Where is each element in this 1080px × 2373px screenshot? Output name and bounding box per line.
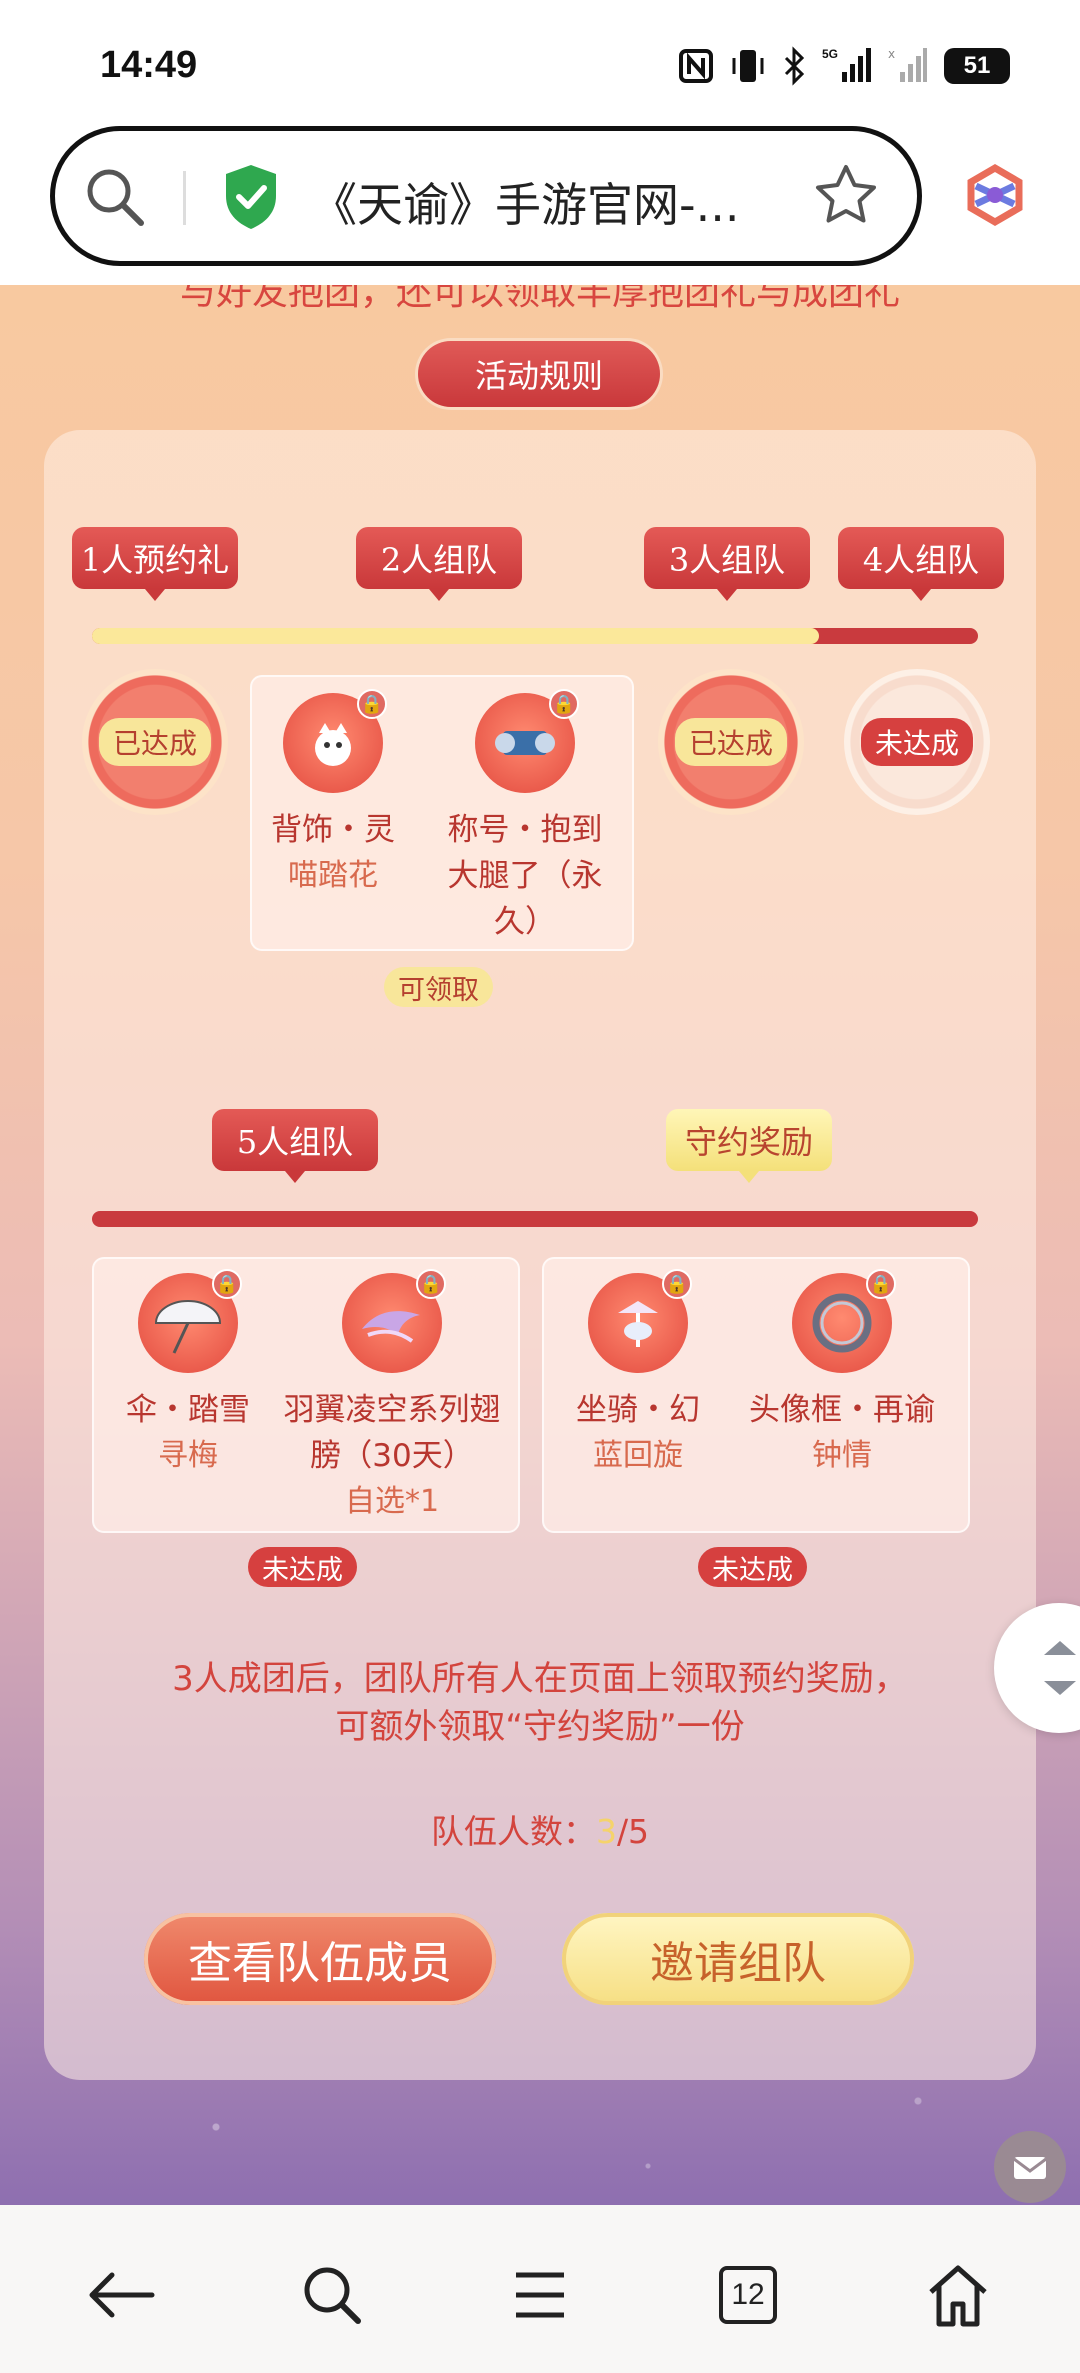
tier-3-status: 已达成 <box>674 718 788 766</box>
reward-name: 坐骑・幻 <box>576 1392 700 1428</box>
signal-5g-label: 5G <box>822 47 838 61</box>
progress-fill-top <box>92 628 819 644</box>
intro-text: 与好友抱团，还可以领取丰厚抱团礼与成团礼 <box>179 285 900 313</box>
back-icon[interactable] <box>82 2255 162 2335</box>
reward-name: 称号・抱到大腿了（永久） <box>447 812 603 940</box>
team-count-label: 队伍人数： <box>430 1812 596 1851</box>
tabs-count: 12 <box>719 2266 777 2324</box>
tier-2-status[interactable]: 可领取 <box>384 967 493 1007</box>
page-title[interactable]: 《天谕》手游官网-... <box>311 169 739 235</box>
web-page: 与好友抱团，还可以领取丰厚抱团礼与成团礼 活动规则 1人预约礼 2人组队 3人组… <box>0 285 1080 2205</box>
status-bar: 14:49 5G x 51 <box>0 0 1080 120</box>
reward-item-title[interactable]: 🔒 称号・抱到大腿了（永久） <box>425 689 625 945</box>
browser-bottom-nav: 12 <box>0 2205 1080 2373</box>
tier-4-status: 未达成 <box>860 718 974 766</box>
progress-bar-bottom <box>92 1211 978 1227</box>
reward-sub: 喵踏花 <box>288 858 378 893</box>
battery-icon: 51 <box>944 48 1010 84</box>
promise-reward-tag: 守约奖励 <box>666 1109 832 1183</box>
svg-text:x: x <box>888 47 895 61</box>
tier-1-status: 已达成 <box>98 718 212 766</box>
scroll-arrows-icon <box>1044 1641 1076 1695</box>
tier-4-tag: 4人组队 <box>838 527 1004 601</box>
status-time: 14:49 <box>100 44 198 86</box>
reward-name: 羽翼凌空系列翅膀（30天） <box>283 1392 501 1474</box>
team-note-line-2: 可额外领取“守约奖励”一份 <box>335 1707 745 1747</box>
reward-sub: 自选*1 <box>344 1484 440 1519</box>
reward-sub: 钟情 <box>812 1438 872 1473</box>
lock-icon: 🔒 <box>662 1269 692 1299</box>
nfc-icon <box>678 46 714 86</box>
signal-5g-icon: 5G <box>822 46 872 86</box>
reward-item-avatar-frame[interactable]: 🔒 头像框・再谕 钟情 <box>742 1269 942 1479</box>
umbrella-icon: 🔒 <box>138 1269 242 1373</box>
view-members-button[interactable]: 查看队伍成员 <box>144 1913 496 2005</box>
team-note: 3人成团后，团队所有人在页面上领取预约奖励， 可额外领取“守约奖励”一份 <box>0 1655 1080 1751</box>
team-count-total: /5 <box>616 1812 650 1851</box>
signal-empty-icon: x <box>888 46 928 86</box>
address-bar[interactable]: 《天谕》手游官网-... <box>50 126 922 266</box>
tier-3-reward-circle[interactable]: 已达成 <box>658 669 804 815</box>
home-icon[interactable] <box>918 2255 998 2335</box>
address-divider <box>183 171 186 225</box>
reward-item-mount[interactable]: 🔒 坐骑・幻 蓝回旋 <box>538 1269 738 1479</box>
reward-name: 头像框・再谕 <box>749 1392 935 1428</box>
browser-app-logo-icon[interactable] <box>962 162 1028 232</box>
security-shield-icon[interactable] <box>220 163 282 235</box>
tier-5-tag: 5人组队 <box>212 1109 378 1183</box>
lock-icon: 🔒 <box>549 689 579 719</box>
reward-name: 背饰・灵 <box>271 812 395 848</box>
promise-status[interactable]: 未达成 <box>698 1547 807 1587</box>
back-accessory-icon: 🔒 <box>283 689 387 793</box>
reward-item-back-accessory[interactable]: 🔒 背饰・灵 喵踏花 <box>233 689 433 899</box>
lock-icon: 🔒 <box>866 1269 896 1299</box>
invite-team-button[interactable]: 邀请组队 <box>562 1913 914 2005</box>
scroll-title-icon: 🔒 <box>475 689 579 793</box>
lock-icon: 🔒 <box>357 689 387 719</box>
search-icon[interactable] <box>83 165 147 233</box>
status-icons: 5G x 51 <box>678 46 1010 86</box>
tier-1-reward-circle[interactable]: 已达成 <box>82 669 228 815</box>
reward-item-umbrella[interactable]: 🔒 伞・踏雪 寻梅 <box>88 1269 288 1479</box>
tabs-button[interactable]: 12 <box>708 2255 788 2335</box>
reward-sub: 寻梅 <box>158 1438 218 1473</box>
lock-icon: 🔒 <box>212 1269 242 1299</box>
reward-sub: 蓝回旋 <box>593 1438 683 1473</box>
avatar-frame-icon: 🔒 <box>792 1269 896 1373</box>
wings-icon: 🔒 <box>342 1269 446 1373</box>
lock-icon: 🔒 <box>416 1269 446 1299</box>
team-note-line-1: 3人成团后，团队所有人在页面上领取预约奖励， <box>172 1659 908 1699</box>
vibrate-icon <box>730 46 766 86</box>
reward-item-wings[interactable]: 🔒 羽翼凌空系列翅膀（30天） 自选*1 <box>282 1269 502 1525</box>
team-count-current: 3 <box>595 1812 617 1851</box>
tier-3-tag: 3人组队 <box>644 527 810 601</box>
tier-5-status[interactable]: 未达成 <box>248 1547 357 1587</box>
bookmark-star-icon[interactable] <box>811 161 881 235</box>
reward-name: 伞・踏雪 <box>126 1392 250 1428</box>
mail-icon <box>1013 2157 1047 2179</box>
tier-2-tag: 2人组队 <box>356 527 522 601</box>
float-mail-button[interactable] <box>994 2131 1066 2203</box>
carousel-mount-icon: 🔒 <box>588 1269 692 1373</box>
search-icon[interactable] <box>292 2255 372 2335</box>
menu-icon[interactable] <box>500 2255 580 2335</box>
tier-4-reward-circle[interactable]: 未达成 <box>844 669 990 815</box>
progress-bar-top <box>92 628 978 644</box>
bluetooth-icon <box>782 46 806 86</box>
tier-1-tag: 1人预约礼 <box>72 527 238 601</box>
team-count: 队伍人数：3/5 <box>0 1805 1080 1853</box>
rules-button[interactable]: 活动规则 <box>418 341 660 407</box>
